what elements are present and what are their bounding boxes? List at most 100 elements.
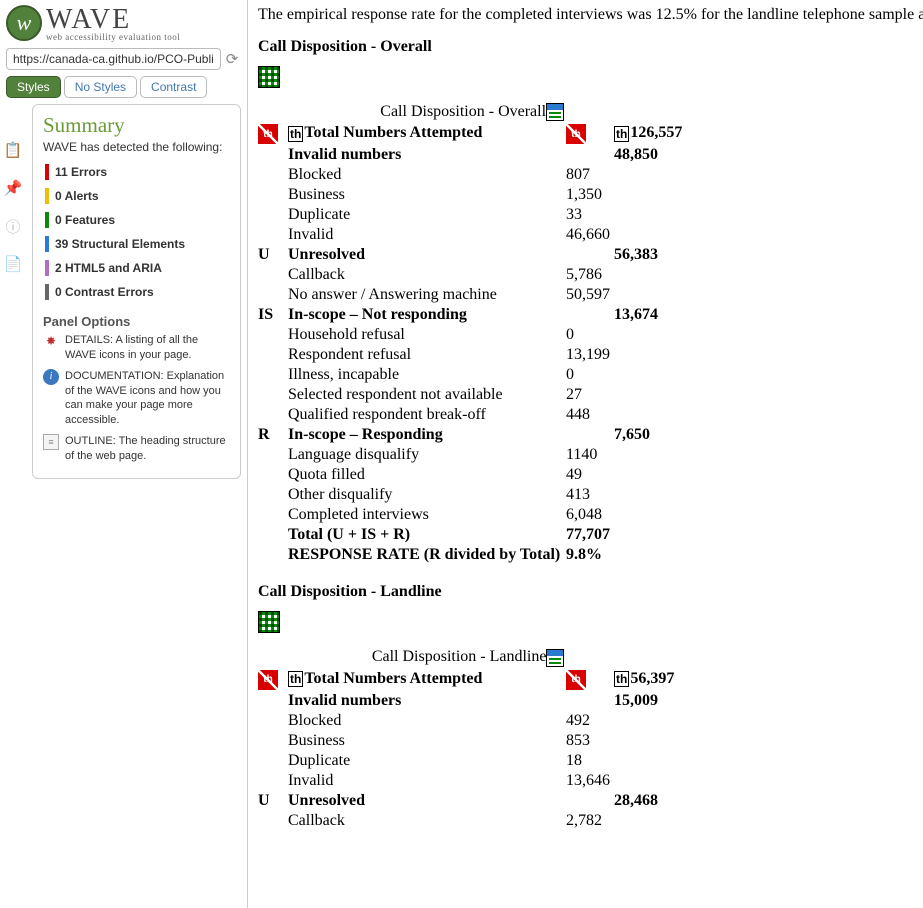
table-row: Selected respondent not available27 (258, 385, 686, 405)
tab-no-styles[interactable]: No Styles (64, 76, 137, 98)
color-bar-icon (45, 260, 49, 276)
vtab-outline-icon[interactable]: 📄 (3, 254, 23, 274)
table-row: Qualified respondent break-off448 (258, 405, 686, 425)
option-outline-text: OUTLINE: The heading structure of the we… (65, 434, 230, 464)
summary-item[interactable]: 39 Structural Elements (43, 232, 230, 256)
option-details[interactable]: ✸ DETAILS: A listing of all the WAVE ico… (43, 333, 230, 363)
th-error-icon (566, 124, 586, 144)
table-row: Invalid13,646 (258, 771, 678, 791)
section-row: Invalid numbers15,009 (258, 691, 678, 711)
th-error-icon (566, 670, 586, 690)
logo-subtitle: web accessibility evaluation tool (46, 32, 180, 42)
section-row: RIn-scope – Responding7,650 (258, 425, 686, 445)
url-input[interactable] (6, 48, 221, 70)
tab-contrast[interactable]: Contrast (140, 76, 207, 98)
details-icon: ✸ (43, 333, 59, 349)
logo: w WAVE web accessibility evaluation tool (0, 0, 247, 46)
footer-row: Total (U + IS + R)77,707 (258, 525, 686, 545)
table-header-row: thTotal Numbers Attempted th56,397 (258, 669, 678, 691)
logo-title: WAVE (46, 4, 131, 35)
summary-heading: Summary (43, 113, 230, 138)
th-ok-icon: th (614, 671, 629, 687)
table-row: Callback2,782 (258, 811, 678, 831)
table-header-row: thTotal Numbers Attempted th126,557 (258, 123, 686, 145)
section-row: ISIn-scope – Not responding13,674 (258, 305, 686, 325)
summary-item[interactable]: 11 Errors (43, 160, 230, 184)
summary-item[interactable]: 2 HTML5 and ARIA (43, 256, 230, 280)
summary-item-text: 2 HTML5 and ARIA (55, 261, 162, 275)
table-caption: Call Disposition - Overall (258, 103, 686, 123)
table-row: Illness, incapable0 (258, 365, 686, 385)
intro-paragraph: The empirical response rate for the comp… (258, 6, 923, 24)
table-row: Callback5,786 (258, 265, 686, 285)
option-details-text: DETAILS: A listing of all the WAVE icons… (65, 333, 230, 363)
url-row: ⟳ (0, 46, 247, 76)
table-row: Duplicate33 (258, 205, 686, 225)
table-row: Business853 (258, 731, 678, 751)
data-table-icon (258, 66, 280, 88)
documentation-icon: i (43, 369, 59, 385)
summary-item[interactable]: 0 Contrast Errors (43, 280, 230, 304)
th-error-icon (258, 124, 278, 144)
summary-item-text: 11 Errors (55, 165, 107, 179)
summary-item-text: 0 Alerts (55, 189, 99, 203)
table-caption: Call Disposition - Landline (258, 648, 678, 668)
color-bar-icon (45, 284, 49, 300)
color-bar-icon (45, 164, 49, 180)
page-content: The empirical response rate for the comp… (248, 0, 923, 908)
data-table-icon (258, 611, 280, 633)
summary-list: 11 Errors 0 Alerts 0 Features 39 Structural… (43, 160, 230, 304)
section-row: UUnresolved28,468 (258, 791, 678, 811)
summary-item[interactable]: 0 Alerts (43, 184, 230, 208)
wave-sidebar: w WAVE web accessibility evaluation tool… (0, 0, 248, 908)
summary-item-text: 0 Contrast Errors (55, 285, 154, 299)
logo-text: WAVE web accessibility evaluation tool (46, 4, 180, 42)
table-row: Duplicate18 (258, 751, 678, 771)
th-ok-icon: th (288, 671, 303, 687)
vertical-nav: 📋 📌 ⓘ 📄 (0, 140, 26, 274)
table-row: Completed interviews6,048 (258, 505, 686, 525)
summary-item[interactable]: 0 Features (43, 208, 230, 232)
heading-overall: Call Disposition - Overall (258, 38, 923, 56)
reload-button[interactable]: ⟳ (223, 50, 241, 68)
wave-logo-icon: w (6, 5, 42, 41)
th-ok-icon: th (288, 126, 303, 142)
option-doc-text: DOCUMENTATION: Explanation of the WAVE i… (65, 369, 230, 428)
table-overall: Call Disposition - Overall thTotal Numbe… (258, 103, 686, 565)
th-error-icon (258, 670, 278, 690)
vtab-details-icon[interactable]: 📌 (3, 178, 23, 198)
table-row: Business1,350 (258, 185, 686, 205)
color-bar-icon (45, 188, 49, 204)
table-landline: Call Disposition - Landline thTotal Numb… (258, 648, 678, 830)
section-row: Invalid numbers48,850 (258, 145, 686, 165)
table-row: Blocked492 (258, 711, 678, 731)
caption-icon (546, 649, 564, 667)
outline-icon: ≡ (43, 434, 59, 450)
summary-detected-text: WAVE has detected the following: (43, 140, 230, 154)
summary-item-text: 0 Features (55, 213, 115, 227)
table-row: Blocked807 (258, 165, 686, 185)
caption-icon (546, 103, 564, 121)
summary-item-text: 39 Structural Elements (55, 237, 185, 251)
option-documentation[interactable]: i DOCUMENTATION: Explanation of the WAVE… (43, 369, 230, 428)
th-ok-icon: th (614, 126, 629, 142)
style-tabs: Styles No Styles Contrast (0, 76, 247, 104)
footer-row: RESPONSE RATE (R divided by Total)9.8% (258, 545, 686, 565)
tab-styles[interactable]: Styles (6, 76, 61, 98)
heading-landline: Call Disposition - Landline (258, 583, 923, 601)
table-row: Language disqualify1140 (258, 445, 686, 465)
vtab-summary-icon[interactable]: 📋 (3, 140, 23, 160)
table-row: No answer / Answering machine50,597 (258, 285, 686, 305)
table-row: Other disqualify413 (258, 485, 686, 505)
section-row: UUnresolved56,383 (258, 245, 686, 265)
option-outline[interactable]: ≡ OUTLINE: The heading structure of the … (43, 434, 230, 464)
table-row: Respondent refusal13,199 (258, 345, 686, 365)
vtab-documentation-icon[interactable]: ⓘ (3, 216, 23, 236)
color-bar-icon (45, 236, 49, 252)
table-row: Household refusal0 (258, 325, 686, 345)
summary-panel: Summary WAVE has detected the following:… (32, 104, 241, 479)
color-bar-icon (45, 212, 49, 228)
panel-options-heading: Panel Options (43, 314, 230, 329)
table-row: Quota filled49 (258, 465, 686, 485)
table-row: Invalid46,660 (258, 225, 686, 245)
